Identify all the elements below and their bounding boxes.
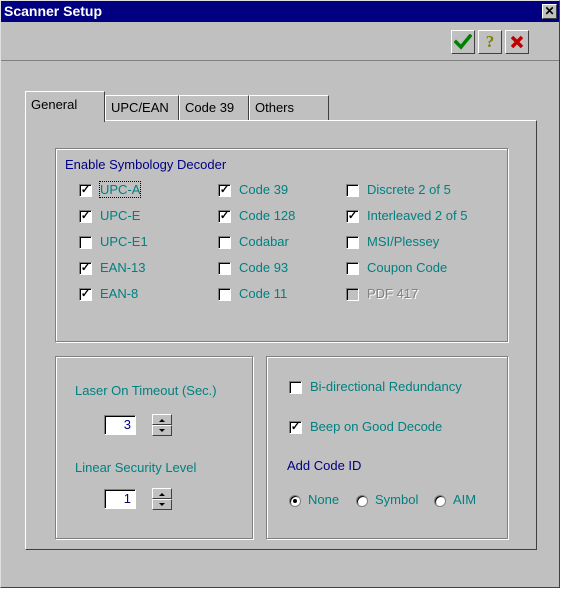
checkbox-upc-e[interactable]: ✓ <box>79 210 92 223</box>
radio-none[interactable] <box>289 495 301 507</box>
tab-upc-ean[interactable]: UPC/EAN <box>105 95 179 121</box>
checkbox-msi-plessey[interactable] <box>346 236 359 249</box>
ok-button[interactable] <box>451 30 475 54</box>
checkbox-pdf-417 <box>346 288 359 301</box>
checkbox-label-discrete-2-of-5: Discrete 2 of 5 <box>367 182 451 197</box>
checkbox-label-coupon-code: Coupon Code <box>367 260 448 275</box>
checkbox-coupon-code[interactable] <box>346 262 359 275</box>
checkbox-label-ean-13: EAN-13 <box>100 260 146 275</box>
checkbox-label-code-128: Code 128 <box>239 208 296 223</box>
tab-others[interactable]: Others <box>249 95 329 121</box>
close-icon: ✕ <box>544 4 555 18</box>
spinner-up-button[interactable] <box>152 414 172 425</box>
green-check-icon <box>454 34 472 50</box>
symbology-group-title: Enable Symbology Decoder <box>65 157 227 172</box>
checkbox-code-93[interactable] <box>218 262 231 275</box>
checkbox-discrete-2-of-5[interactable] <box>346 184 359 197</box>
checkbox-code-39[interactable]: ✓ <box>218 184 231 197</box>
help-button[interactable]: ? <box>478 30 502 54</box>
spinner-up-button[interactable] <box>152 488 172 499</box>
tab-others-label: Others <box>255 100 295 115</box>
checkbox-codabar[interactable] <box>218 236 231 249</box>
checkbox-interleaved-2-of-5[interactable]: ✓ <box>346 210 359 223</box>
arrow-up-icon <box>159 493 165 496</box>
checkbox-ean-13[interactable]: ✓ <box>79 262 92 275</box>
checkbox-label-upc-e: UPC-E <box>100 208 141 223</box>
checkbox-upc-a[interactable]: ✓ <box>79 184 92 197</box>
red-x-icon <box>510 35 524 49</box>
window-title: Scanner Setup <box>4 3 103 19</box>
tab-code-39[interactable]: Code 39 <box>179 95 249 121</box>
laser-timeout-label: Laser On Timeout (Sec.) <box>75 383 217 398</box>
tab-code-39-label: Code 39 <box>185 100 235 115</box>
laser-timeout-spinner[interactable] <box>152 414 172 436</box>
checkbox-label-pdf-417: PDF 417 <box>367 286 419 301</box>
radio-aim[interactable] <box>434 495 446 507</box>
checkbox-label-code-93: Code 93 <box>239 260 289 275</box>
bidirectional-label: Bi-directional Redundancy <box>310 379 462 394</box>
tab-general[interactable]: General <box>25 91 105 122</box>
help-question-icon: ? <box>485 32 495 51</box>
laser-timeout-field[interactable]: 3 <box>104 415 136 435</box>
security-level-label: Linear Security Level <box>75 460 197 475</box>
checkbox-code-128[interactable]: ✓ <box>218 210 231 223</box>
bidirectional-checkbox[interactable] <box>289 381 302 394</box>
beep-label: Beep on Good Decode <box>310 419 443 434</box>
checkbox-label-interleaved-2-of-5: Interleaved 2 of 5 <box>367 208 468 223</box>
checkbox-label-code-39: Code 39 <box>239 182 289 197</box>
security-level-field[interactable]: 1 <box>104 489 136 509</box>
spinner-down-button[interactable] <box>152 499 172 510</box>
tab-general-label: General <box>31 97 78 112</box>
arrow-down-icon <box>159 503 165 506</box>
radio-label-aim: AIM <box>453 492 477 507</box>
tab-upc-ean-label: UPC/EAN <box>111 100 169 115</box>
checkbox-label-code-11: Code 11 <box>239 286 288 301</box>
checkbox-label-ean-8: EAN-8 <box>100 286 139 301</box>
checkbox-label-codabar: Codabar <box>239 234 289 249</box>
checkbox-label-msi-plessey: MSI/Plessey <box>367 234 440 249</box>
cancel-button[interactable] <box>505 30 529 54</box>
toolbar: ? <box>1 23 559 61</box>
radio-label-none: None <box>308 492 340 507</box>
add-code-id-label: Add Code ID <box>287 458 362 473</box>
beep-checkbox[interactable]: ✓ <box>289 421 302 434</box>
checkbox-ean-8[interactable]: ✓ <box>79 288 92 301</box>
title-bar[interactable]: Scanner Setup ✕ <box>1 1 559 22</box>
radio-symbol[interactable] <box>356 495 368 507</box>
scanner-setup-window: Scanner Setup ✕ ? General UPC/EAN Code 3… <box>0 0 560 588</box>
checkbox-code-11[interactable] <box>218 288 231 301</box>
checkbox-label-upc-e1: UPC-E1 <box>100 234 148 249</box>
radio-label-symbol: Symbol <box>375 492 419 507</box>
general-tab-panel: Enable Symbology Decoder ✓ UPC-A ✓ UPC-E UPC… <box>25 120 537 550</box>
close-button[interactable]: ✕ <box>542 4 557 19</box>
checkbox-upc-e1[interactable] <box>79 236 92 249</box>
security-level-spinner[interactable] <box>152 488 172 510</box>
arrow-up-icon <box>159 419 165 422</box>
arrow-down-icon <box>159 429 165 432</box>
checkbox-label-upc-a: UPC-A <box>98 181 142 198</box>
spinner-down-button[interactable] <box>152 425 172 436</box>
